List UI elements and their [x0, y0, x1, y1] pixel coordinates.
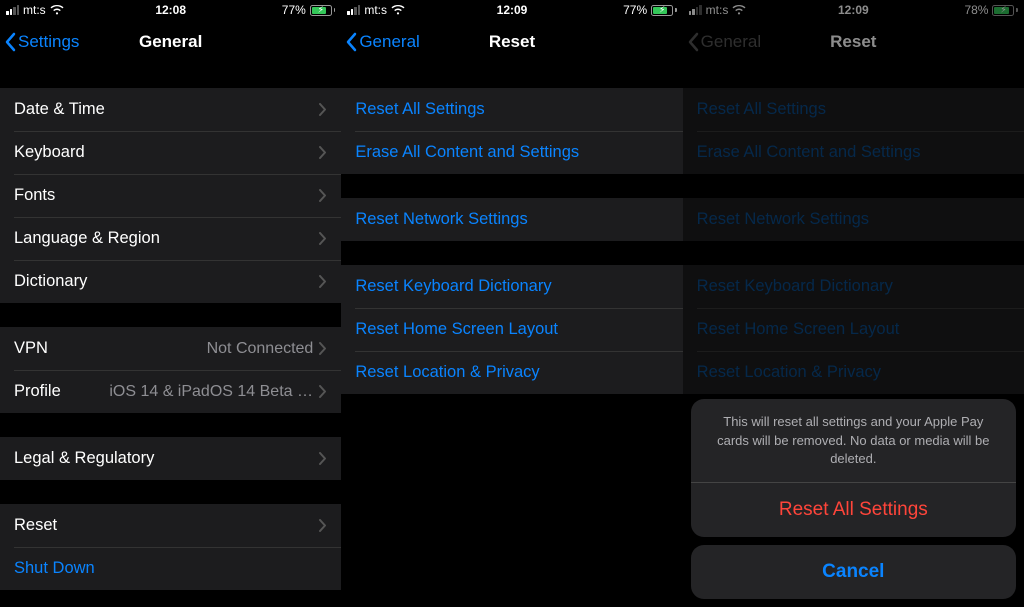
action-sheet-cancel-group: Cancel	[691, 545, 1016, 599]
row-reset-location[interactable]: Reset Location & Privacy	[341, 351, 682, 394]
chevron-right-icon	[319, 275, 327, 288]
back-label: Settings	[18, 32, 79, 52]
chevron-right-icon	[319, 385, 327, 398]
row-label: Reset Network Settings	[697, 210, 869, 229]
back-button: General	[683, 32, 761, 52]
row-label: Reset Keyboard Dictionary	[697, 277, 893, 296]
screen-reset: mt:s 12:09 77% ⚡︎ General Reset Reset Al…	[341, 0, 682, 607]
content: Reset All Settings Erase All Content and…	[341, 64, 682, 607]
row-label: Reset Home Screen Layout	[355, 320, 558, 339]
chevron-left-icon	[687, 32, 699, 52]
row-label: Erase All Content and Settings	[355, 143, 579, 162]
battery-pct: 77%	[623, 3, 647, 17]
row-reset-network: Reset Network Settings	[683, 198, 1024, 241]
nav-bar: Settings General	[0, 20, 341, 64]
row-keyboard[interactable]: Keyboard	[0, 131, 341, 174]
carrier-label: mt:s	[364, 3, 387, 17]
action-sheet-group: This will reset all settings and your Ap…	[691, 399, 1016, 537]
content: Date & Time Keyboard Fonts Language & Re…	[0, 64, 341, 607]
chevron-right-icon	[319, 342, 327, 355]
row-reset-network[interactable]: Reset Network Settings	[341, 198, 682, 241]
row-legal[interactable]: Legal & Regulatory	[0, 437, 341, 480]
chevron-right-icon	[319, 189, 327, 202]
wifi-icon	[391, 5, 405, 15]
row-label: Fonts	[14, 186, 55, 205]
back-label: General	[359, 32, 419, 52]
chevron-right-icon	[319, 519, 327, 532]
back-label: General	[701, 32, 761, 52]
action-sheet-reset-button[interactable]: Reset All Settings	[691, 483, 1016, 537]
row-label: Reset All Settings	[697, 100, 826, 119]
row-reset-home[interactable]: Reset Home Screen Layout	[341, 308, 682, 351]
row-label: Reset Network Settings	[355, 210, 527, 229]
row-profile[interactable]: Profile iOS 14 & iPadOS 14 Beta Softwar..…	[0, 370, 341, 413]
nav-bar: General Reset	[683, 20, 1024, 64]
row-reset-all-settings[interactable]: Reset All Settings	[341, 88, 682, 131]
chevron-right-icon	[319, 452, 327, 465]
row-detail: iOS 14 & iPadOS 14 Beta Softwar...	[109, 383, 319, 401]
back-button[interactable]: Settings	[0, 32, 79, 52]
wifi-icon	[50, 5, 64, 15]
chevron-right-icon	[319, 232, 327, 245]
row-reset-keyboard: Reset Keyboard Dictionary	[683, 265, 1024, 308]
row-fonts[interactable]: Fonts	[0, 174, 341, 217]
row-reset-keyboard[interactable]: Reset Keyboard Dictionary	[341, 265, 682, 308]
row-erase-all: Erase All Content and Settings	[683, 131, 1024, 174]
signal-bars-icon	[6, 5, 19, 15]
row-reset-all-settings: Reset All Settings	[683, 88, 1024, 131]
row-label: Date & Time	[14, 100, 105, 119]
row-label: Keyboard	[14, 143, 85, 162]
action-sheet-cancel-button[interactable]: Cancel	[691, 545, 1016, 599]
battery-pct: 78%	[964, 3, 988, 17]
chevron-left-icon	[345, 32, 357, 52]
row-label: Shut Down	[14, 559, 95, 578]
battery-icon: ⚡︎	[992, 5, 1018, 16]
action-sheet: This will reset all settings and your Ap…	[691, 399, 1016, 599]
status-bar: mt:s 12:08 77% ⚡︎	[0, 0, 341, 20]
row-erase-all[interactable]: Erase All Content and Settings	[341, 131, 682, 174]
wifi-icon	[732, 5, 746, 15]
row-vpn[interactable]: VPN Not Connected	[0, 327, 341, 370]
row-reset-location: Reset Location & Privacy	[683, 351, 1024, 394]
row-label: Erase All Content and Settings	[697, 143, 921, 162]
row-label: Dictionary	[14, 272, 87, 291]
status-bar: mt:s 12:09 77% ⚡︎	[341, 0, 682, 20]
carrier-label: mt:s	[706, 3, 729, 17]
row-label: Reset Location & Privacy	[355, 363, 539, 382]
carrier-label: mt:s	[23, 3, 46, 17]
row-label: Reset Keyboard Dictionary	[355, 277, 551, 296]
battery-pct: 77%	[282, 3, 306, 17]
row-label: Legal & Regulatory	[14, 449, 154, 468]
row-label: Language & Region	[14, 229, 160, 248]
row-label: Reset Location & Privacy	[697, 363, 881, 382]
screen-reset-sheet: mt:s 12:09 78% ⚡︎ General Reset Reset Al…	[683, 0, 1024, 607]
row-language-region[interactable]: Language & Region	[0, 217, 341, 260]
action-sheet-message: This will reset all settings and your Ap…	[691, 399, 1016, 483]
screen-general: mt:s 12:08 77% ⚡︎ Settings General Date …	[0, 0, 341, 607]
row-label: Reset All Settings	[355, 100, 484, 119]
row-label: VPN	[14, 339, 48, 358]
row-reset[interactable]: Reset	[0, 504, 341, 547]
row-label: Reset	[14, 516, 57, 535]
status-bar: mt:s 12:09 78% ⚡︎	[683, 0, 1024, 20]
row-detail: Not Connected	[207, 340, 320, 358]
battery-icon: ⚡︎	[310, 5, 336, 16]
signal-bars-icon	[347, 5, 360, 15]
row-date-time[interactable]: Date & Time	[0, 88, 341, 131]
row-label: Reset Home Screen Layout	[697, 320, 900, 339]
chevron-right-icon	[319, 103, 327, 116]
row-label: Profile	[14, 382, 61, 401]
signal-bars-icon	[689, 5, 702, 15]
row-reset-home: Reset Home Screen Layout	[683, 308, 1024, 351]
nav-bar: General Reset	[341, 20, 682, 64]
row-shutdown[interactable]: Shut Down	[0, 547, 341, 590]
back-button[interactable]: General	[341, 32, 419, 52]
chevron-left-icon	[4, 32, 16, 52]
battery-icon: ⚡︎	[651, 5, 677, 16]
chevron-right-icon	[319, 146, 327, 159]
row-dictionary[interactable]: Dictionary	[0, 260, 341, 303]
